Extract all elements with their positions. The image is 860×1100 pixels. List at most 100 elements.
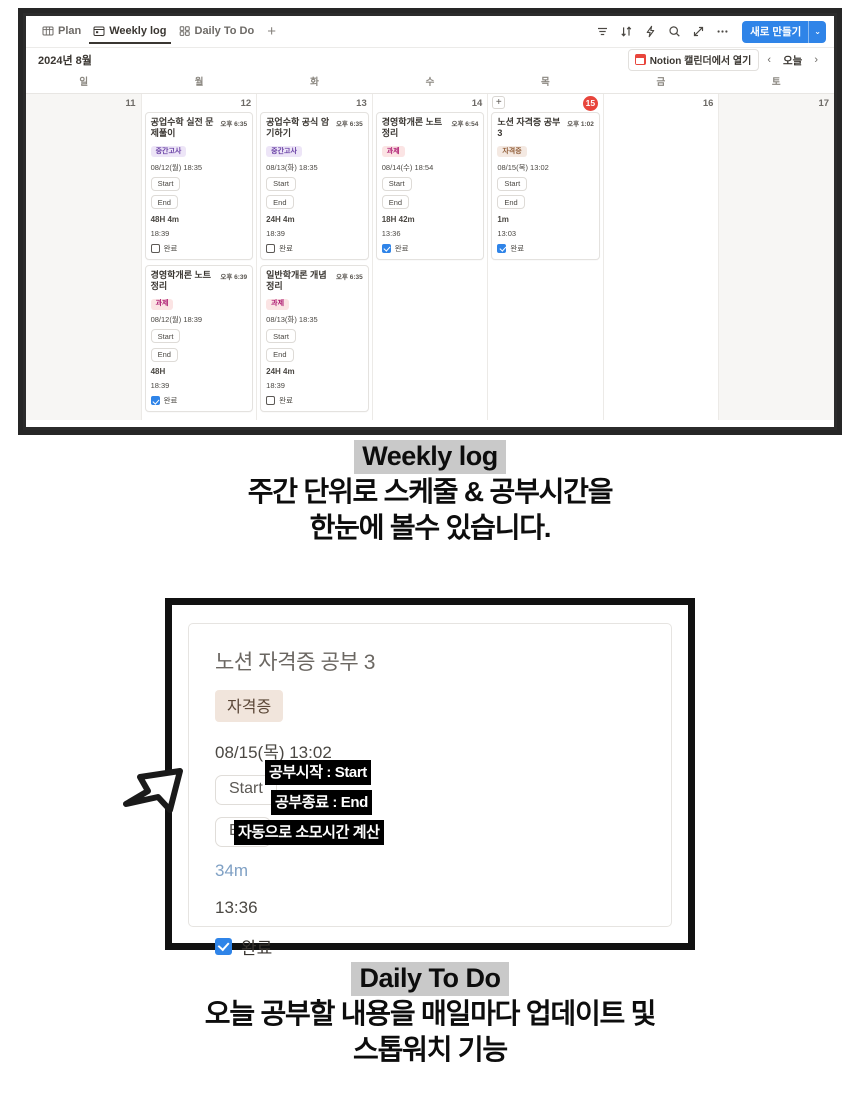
calendar-event-card[interactable]: 경영학개론 노트정리 오후 6:54 과제 08/14(수) 18:54 Start En… bbox=[375, 112, 485, 260]
prev-week-button[interactable]: ‹ bbox=[761, 52, 777, 68]
weekday-tue: 화 bbox=[310, 77, 319, 88]
day-number: 13 bbox=[356, 97, 367, 109]
event-date: 08/14(수) 18:54 bbox=[381, 162, 434, 172]
search-icon[interactable] bbox=[667, 24, 682, 39]
event-end-button[interactable]: End bbox=[150, 347, 178, 362]
new-button-label: 새로 만들기 bbox=[750, 25, 802, 38]
event-end-time: 18:39 bbox=[150, 228, 170, 238]
calendar-event-card[interactable]: 경영학개론 노트정리 오후 6:39 과제 08/12(월) 18:39 Start En… bbox=[144, 264, 254, 412]
event-done-row[interactable]: 완료 bbox=[266, 395, 363, 406]
more-icon[interactable] bbox=[715, 24, 730, 39]
event-end-time: 18:39 bbox=[266, 228, 285, 238]
caption-daily-to-do: Daily To Do 오늘 공부할 내용을 매일마다 업데이트 및 스톱워치 … bbox=[0, 962, 860, 1068]
calendar-day-column[interactable]: 11 bbox=[26, 94, 142, 420]
event-title: 공업수학 공식 암기하기 bbox=[266, 117, 330, 139]
event-start-button[interactable]: Start bbox=[266, 329, 296, 343]
event-time: 오후 6:35 bbox=[220, 121, 248, 128]
event-start-button[interactable]: Start bbox=[150, 329, 181, 343]
event-done-row[interactable]: 완료 bbox=[150, 243, 248, 254]
event-title: 공업수학 실전 문제풀이 bbox=[150, 117, 214, 139]
weekday-sat: 토 bbox=[771, 77, 781, 88]
event-end-button[interactable]: End bbox=[266, 195, 294, 209]
sort-icon[interactable] bbox=[619, 24, 634, 39]
chevron-down-icon[interactable]: ⌄ bbox=[809, 21, 826, 43]
event-done-checkbox[interactable] bbox=[266, 396, 276, 405]
tab-plan[interactable]: Plan bbox=[36, 20, 87, 43]
daily-todo-detail-screenshot: 노션 자격증 공부 3 자격증 08/15(목) 13:02 Start End… bbox=[165, 598, 695, 958]
tab-daily-to-do[interactable]: Daily To Do bbox=[173, 20, 261, 43]
event-end-time: 13:03 bbox=[497, 228, 517, 238]
day-number: 12 bbox=[240, 97, 252, 109]
tab-weekly-log-label: Weekly log bbox=[109, 25, 167, 37]
day-number: 11 bbox=[125, 97, 136, 109]
today-button[interactable]: 오늘 bbox=[779, 51, 806, 70]
weekday-mon: 월 bbox=[194, 77, 204, 88]
expand-icon[interactable] bbox=[691, 24, 706, 39]
gallery-icon bbox=[179, 25, 191, 37]
tab-plan-label: Plan bbox=[58, 25, 82, 37]
calendar-day-column[interactable]: +15 노션 자격증 공부 3 오후 1:02 자격증 08/15(목) 13:02 St… bbox=[488, 94, 604, 420]
weekly-log-screenshot: Plan Weekly log Daily To Do + 새로 만들기 ⌄ 2… bbox=[18, 8, 842, 435]
day-header: 12 bbox=[145, 94, 254, 112]
event-done-label: 완료 bbox=[163, 243, 178, 253]
event-done-checkbox[interactable] bbox=[381, 243, 391, 253]
add-event-button[interactable]: + bbox=[492, 96, 506, 109]
done-label: 완료 bbox=[241, 939, 273, 958]
event-start-button[interactable]: Start bbox=[266, 176, 296, 191]
event-tag: 자격증 bbox=[497, 146, 527, 158]
calendar-day-column[interactable]: 14 경영학개론 노트정리 오후 6:54 과제 08/14(수) 18:54 Start… bbox=[372, 94, 489, 420]
event-end-button[interactable]: End bbox=[266, 347, 294, 362]
event-tag: 과제 bbox=[266, 298, 290, 310]
event-title: 경영학개론 노트정리 bbox=[381, 117, 443, 139]
calendar-day-column[interactable]: 13 공업수학 공식 암기하기 오후 6:35 중간고사 08/13(화) 18:35 S… bbox=[257, 94, 373, 420]
new-button[interactable]: 새로 만들기 ⌄ bbox=[742, 20, 826, 43]
calendar-day-column[interactable]: 16 bbox=[603, 94, 720, 420]
event-done-label: 완료 bbox=[279, 396, 293, 405]
event-done-row[interactable]: 완료 bbox=[266, 243, 363, 254]
caption2-badge: Daily To Do bbox=[351, 962, 509, 997]
automation-icon[interactable] bbox=[643, 24, 658, 39]
event-done-row[interactable]: 완료 bbox=[381, 243, 479, 254]
open-in-notion-calendar-button[interactable]: Notion 캘린더에서 열기 bbox=[627, 49, 760, 71]
filter-icon[interactable] bbox=[595, 24, 610, 39]
event-time: 오후 6:35 bbox=[335, 121, 363, 128]
event-done-checkbox[interactable] bbox=[266, 243, 276, 253]
event-start-button[interactable]: Start bbox=[497, 176, 528, 191]
tab-weekly-log[interactable]: Weekly log bbox=[87, 20, 172, 44]
weekday-wed: 수 bbox=[425, 77, 435, 88]
event-done-row[interactable]: 완료 bbox=[150, 395, 248, 406]
add-view-button[interactable]: + bbox=[260, 22, 283, 41]
view-toolbar: 새로 만들기 ⌄ bbox=[595, 20, 826, 43]
notion-calendar-icon bbox=[634, 54, 646, 65]
calendar-event-card[interactable]: 공업수학 실전 문제풀이 오후 6:35 중간고사 08/12(월) 18:35 Sta… bbox=[144, 112, 254, 260]
event-end-button[interactable]: End bbox=[497, 195, 525, 209]
caption2-line2: 스톱워치 기능 bbox=[353, 1034, 508, 1066]
task-done-row[interactable]: 완료 bbox=[215, 934, 645, 959]
caption1-badge: Weekly log bbox=[354, 440, 506, 475]
event-start-button[interactable]: Start bbox=[150, 176, 181, 191]
event-start-button[interactable]: Start bbox=[381, 176, 412, 191]
calendar-event-card[interactable]: 일반학개론 개념정리 오후 6:35 과제 08/13(화) 18:35 Start En… bbox=[260, 264, 369, 412]
event-duration: 18H 42m bbox=[381, 214, 415, 224]
next-week-button[interactable]: › bbox=[808, 52, 824, 68]
calendar-day-column[interactable]: 17 bbox=[719, 94, 834, 420]
event-done-label: 완료 bbox=[279, 243, 293, 253]
annotation-end: 공부종료 : End bbox=[271, 790, 372, 815]
event-end-button[interactable]: End bbox=[150, 195, 178, 209]
event-done-checkbox[interactable] bbox=[150, 243, 160, 253]
day-number: 14 bbox=[471, 97, 483, 109]
weekday-fri: 금 bbox=[656, 77, 666, 88]
event-done-checkbox[interactable] bbox=[497, 243, 507, 253]
event-end-time: 13:36 bbox=[381, 228, 401, 238]
event-end-button[interactable]: End bbox=[381, 195, 410, 209]
open-in-notion-calendar-label: Notion 캘린더에서 열기 bbox=[649, 56, 752, 67]
calendar-event-card[interactable]: 공업수학 공식 암기하기 오후 6:35 중간고사 08/13(화) 18:35 Sta… bbox=[260, 112, 369, 260]
calendar-day-column[interactable]: 12 공업수학 실전 문제풀이 오후 6:35 중간고사 08/12(월) 18:35 S… bbox=[141, 94, 258, 420]
annotation-start: 공부시작 : Start bbox=[265, 760, 371, 785]
event-done-checkbox[interactable] bbox=[150, 396, 160, 405]
calendar-grid: 11 12 공업수학 실전 문제풀이 오후 6:35 중간고사 08/12(월) 18:3… bbox=[26, 93, 834, 420]
calendar-event-card[interactable]: 노션 자격증 공부 3 오후 1:02 자격증 08/15(목) 13:02 Start… bbox=[491, 112, 600, 260]
weekday-thu: 목 bbox=[541, 77, 550, 88]
event-done-row[interactable]: 완료 bbox=[497, 243, 594, 254]
done-checkbox[interactable] bbox=[215, 938, 232, 955]
